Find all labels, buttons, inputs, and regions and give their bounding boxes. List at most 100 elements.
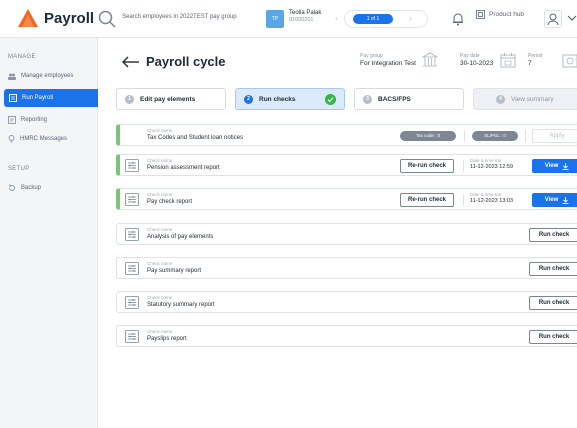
check-name: Payslips report: [147, 336, 187, 342]
step-number: 1: [125, 94, 134, 104]
sidebar-item-reporting[interactable]: Reporting: [0, 111, 98, 129]
people-icon: [8, 73, 16, 80]
check-card-statutory-summary: Check name Statutory summary report Run …: [116, 291, 577, 313]
payroll-logo-icon: [18, 9, 38, 27]
manage-heading: MANAGE: [8, 54, 36, 60]
check-name: Analysis of pay elements: [147, 234, 214, 240]
view-label: View: [544, 163, 559, 169]
step-number: 2: [244, 94, 253, 104]
check-card-payslips: Check name Payslips report Run check: [116, 325, 577, 347]
setup-heading: SETUP: [8, 166, 30, 172]
check-name-caption: Check name: [147, 329, 173, 334]
main-content: Payroll cycle Pay group For Integration …: [98, 38, 577, 428]
check-name: Statutory summary report: [147, 302, 215, 308]
check-name-caption: Check name: [147, 158, 173, 163]
building-icon: [422, 52, 438, 67]
app-logo[interactable]: Payroll: [18, 9, 94, 27]
product-hub-link[interactable]: Product hub: [476, 10, 524, 19]
apply-button[interactable]: Apply: [532, 129, 577, 143]
check-name-caption: Check name: [147, 261, 173, 266]
view-label: View: [544, 197, 559, 203]
run-check-button[interactable]: Run check: [529, 296, 577, 310]
pay-group-value: For Integration Test: [360, 60, 416, 67]
bulb-icon: [8, 135, 15, 143]
rerun-check-button[interactable]: Re-run check: [400, 159, 454, 173]
date-time-ran: Date & time ran 11-12-2023 12:59: [470, 158, 513, 170]
step-bacs-fps[interactable]: 3 BACS/FPS: [354, 88, 464, 110]
check-circle-icon: [325, 94, 336, 105]
sidebar-item-label: Reporting: [21, 117, 48, 123]
check-report-icon: [125, 330, 139, 343]
sidebar-item-run-payroll[interactable]: Run Payroll: [4, 89, 98, 107]
check-report-icon: [125, 228, 139, 241]
pay-group-info: Pay group For Integration Test: [360, 53, 416, 67]
divider: [463, 194, 464, 206]
back-arrow-icon[interactable]: [122, 56, 140, 68]
check-report-icon: [125, 262, 139, 275]
date-time-caption: Date & time ran: [470, 158, 502, 163]
period-info: Period 7: [528, 53, 542, 67]
user-account-icon[interactable]: [544, 10, 562, 28]
product-hub-icon: [476, 10, 485, 19]
run-check-button[interactable]: Run check: [529, 262, 577, 276]
top-bar: Payroll Search employees in 2022TEST pay…: [0, 0, 577, 38]
sl-pgl-pill: SL/PGL : 0: [472, 131, 518, 141]
sidebar: MANAGE Manage employees Run Payroll Repo…: [0, 38, 98, 428]
step-edit-pay-elements[interactable]: 1 Edit pay elements: [116, 88, 226, 110]
tax-code-pill: Tax code : 0: [400, 131, 456, 141]
sidebar-item-manage-employees[interactable]: Manage employees: [0, 67, 98, 85]
rerun-check-button[interactable]: Re-run check: [400, 193, 454, 207]
check-report-icon: [125, 159, 139, 172]
check-card-analysis-of-pay-elements: Check name Analysis of pay elements Run …: [116, 223, 577, 245]
run-check-button[interactable]: Run check: [529, 228, 577, 242]
next-arrow-icon[interactable]: ›: [409, 13, 412, 23]
step-view-summary: 4 View summary: [473, 88, 577, 110]
step-label: View summary: [511, 95, 554, 103]
step-number: 3: [363, 94, 372, 104]
employee-avatar[interactable]: TP: [266, 10, 284, 28]
date-time-value: 11-12-2023 12:59: [470, 164, 514, 170]
check-name-caption: Check name: [147, 128, 173, 133]
step-label: Run checks: [259, 95, 296, 103]
check-report-icon: [125, 193, 139, 206]
pay-date-info: Pay date 30-10-2023: [460, 53, 493, 67]
check-card-pay-summary: Check name Pay summary report Run check: [116, 257, 577, 279]
check-name-caption: Check name: [147, 192, 173, 197]
divider: [525, 130, 526, 142]
run-check-button[interactable]: Run check: [529, 330, 577, 344]
download-icon: [562, 196, 569, 204]
search-input[interactable]: Search employees in 2022TEST pay group: [122, 14, 237, 20]
employee-name[interactable]: Teolia Palak: [289, 9, 321, 17]
check-report-icon: [125, 296, 139, 309]
sidebar-item-label: Backup: [21, 185, 42, 191]
sidebar-item-backup[interactable]: Backup: [0, 179, 98, 197]
employee-id: 01000201: [289, 17, 314, 23]
sidebar-item-hmrc-messages[interactable]: HMRC Messages: [0, 130, 98, 148]
pay-date-label: Pay date: [460, 53, 480, 59]
download-icon: [562, 162, 569, 170]
pay-date-value: 30-10-2023: [460, 60, 494, 67]
calendar-icon: [500, 53, 516, 68]
check-name: Tax Codes and Student loan notices: [147, 135, 244, 141]
period-clock-icon: [562, 54, 577, 68]
step-number: 4: [496, 94, 505, 104]
prev-arrow-icon[interactable]: ‹: [335, 13, 338, 23]
search-icon[interactable]: [98, 10, 116, 28]
notification-bell-icon[interactable]: [452, 12, 464, 26]
pager-count: 1 of 1: [353, 14, 393, 24]
view-button[interactable]: View: [532, 193, 577, 207]
employee-pager: ‹ 1 of 1 ›: [335, 10, 428, 28]
check-card-pension-assessment: Check name Pension assessment report Re-…: [116, 154, 577, 176]
step-label: Edit pay elements: [140, 95, 196, 103]
period-label: Period: [528, 53, 543, 59]
workflow-steps: 1 Edit pay elements 2 Run checks 3 BACS/…: [116, 88, 577, 110]
step-run-checks[interactable]: 2 Run checks: [235, 88, 345, 110]
payroll-icon: [9, 94, 17, 102]
step-label: BACS/FPS: [378, 95, 411, 103]
sidebar-item-label: HMRC Messages: [20, 136, 68, 142]
date-time-caption: Date & time ran: [470, 192, 502, 197]
chevron-down-icon[interactable]: [567, 14, 577, 22]
date-time-value: 11-12-2023 13:03: [470, 198, 514, 204]
view-button[interactable]: View: [532, 159, 577, 173]
divider: [463, 160, 464, 172]
